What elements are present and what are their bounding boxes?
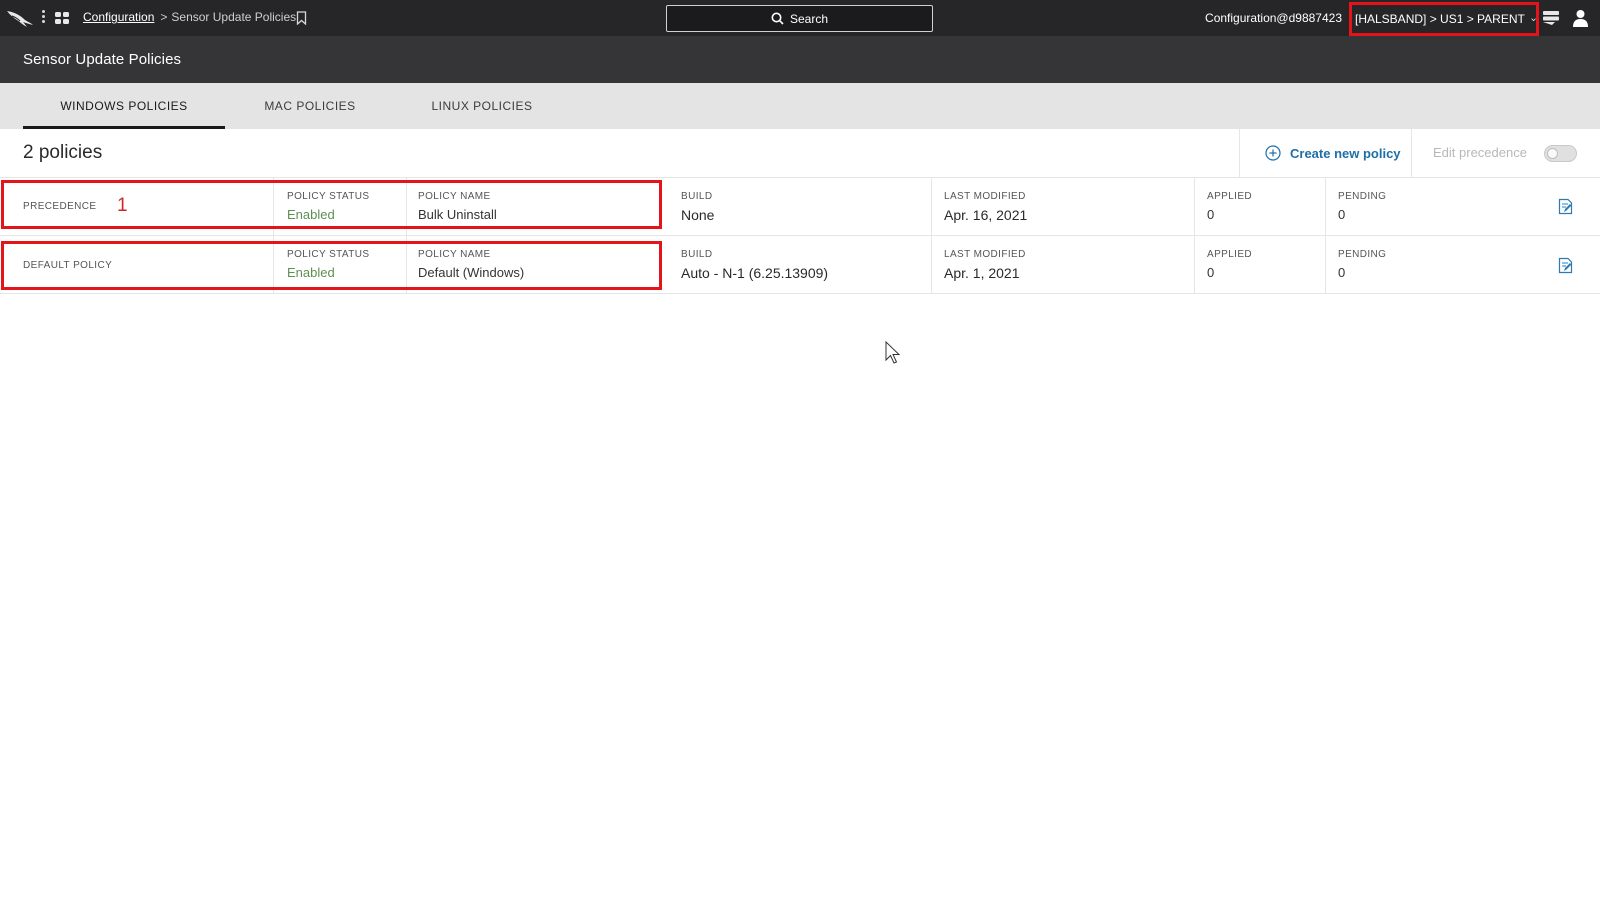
status-header: POLICY STATUS bbox=[287, 191, 370, 202]
modified-header: LAST MODIFIED bbox=[944, 191, 1026, 202]
precedence-value: 1 bbox=[117, 195, 128, 216]
applied-cell: APPLIED 0 bbox=[1194, 178, 1325, 235]
plus-circle-icon bbox=[1265, 145, 1281, 161]
build-cell: BUILD None bbox=[681, 178, 931, 235]
apps-icon[interactable] bbox=[54, 10, 70, 26]
tenant-path: [HALSBAND] > US1 > PARENT bbox=[1355, 12, 1525, 26]
status-value: Enabled bbox=[287, 265, 335, 280]
policy-toolbar: 2 policies Create new policy Edit preced… bbox=[0, 129, 1600, 178]
create-new-policy-button[interactable]: Create new policy bbox=[1239, 129, 1412, 177]
page-header: Sensor Update Policies bbox=[0, 36, 1600, 83]
applied-value: 0 bbox=[1207, 265, 1215, 280]
bookmark-icon[interactable] bbox=[296, 11, 307, 25]
build-value: Auto - N-1 (6.25.13909) bbox=[681, 265, 829, 281]
status-header: POLICY STATUS bbox=[287, 249, 370, 260]
status-value: Enabled bbox=[287, 207, 335, 222]
applied-header: APPLIED bbox=[1207, 191, 1253, 202]
build-header: BUILD bbox=[681, 191, 713, 202]
falcon-logo-icon[interactable] bbox=[6, 8, 34, 28]
edit-policy-icon[interactable] bbox=[1558, 257, 1573, 274]
search-icon bbox=[771, 12, 784, 25]
tab-windows-policies[interactable]: WINDOWS POLICIES bbox=[23, 83, 225, 129]
tab-mac-policies[interactable]: MAC POLICIES bbox=[255, 83, 365, 129]
cursor-icon bbox=[885, 341, 901, 364]
edit-policy-icon[interactable] bbox=[1558, 198, 1573, 215]
search-button[interactable]: Search bbox=[666, 5, 933, 32]
tab-linux-policies[interactable]: LINUX POLICIES bbox=[426, 83, 538, 129]
precedence-label: DEFAULT POLICY bbox=[23, 260, 113, 271]
policy-count: 2 policies bbox=[23, 142, 103, 163]
pending-header: PENDING bbox=[1338, 249, 1387, 260]
modified-value: Apr. 16, 2021 bbox=[944, 207, 1028, 223]
table-row[interactable]: PRECEDENCE 1 POLICY STATUS Enabled POLIC… bbox=[0, 178, 1600, 236]
name-cell: POLICY NAME Bulk Uninstall bbox=[406, 178, 662, 235]
pending-cell: PENDING 0 bbox=[1325, 236, 1525, 293]
page-title: Sensor Update Policies bbox=[23, 51, 182, 68]
breadcrumb: Configuration > Sensor Update Policies bbox=[83, 10, 296, 24]
build-header: BUILD bbox=[681, 249, 713, 260]
name-cell: POLICY NAME Default (Windows) bbox=[406, 236, 662, 293]
search-label: Search bbox=[789, 11, 829, 26]
build-value: None bbox=[681, 207, 715, 223]
pending-cell: PENDING 0 bbox=[1325, 178, 1525, 235]
edit-precedence-toggle[interactable] bbox=[1544, 145, 1577, 162]
pending-value: 0 bbox=[1338, 265, 1346, 280]
create-new-policy-label: Create new policy bbox=[1290, 145, 1401, 161]
user-icon[interactable] bbox=[1572, 9, 1589, 27]
modified-cell: LAST MODIFIED Apr. 16, 2021 bbox=[931, 178, 1194, 235]
applied-cell: APPLIED 0 bbox=[1194, 236, 1325, 293]
top-bar: Configuration > Sensor Update Policies Sea… bbox=[0, 0, 1600, 36]
precedence-label: PRECEDENCE bbox=[23, 201, 97, 212]
chevron-down-icon bbox=[1531, 17, 1536, 21]
status-cell: POLICY STATUS Enabled bbox=[273, 178, 406, 235]
status-cell: POLICY STATUS Enabled bbox=[273, 236, 406, 293]
modified-cell: LAST MODIFIED Apr. 1, 2021 bbox=[931, 236, 1194, 293]
table-row[interactable]: DEFAULT POLICY POLICY STATUS Enabled POL… bbox=[0, 236, 1600, 294]
name-header: POLICY NAME bbox=[418, 249, 491, 260]
applied-value: 0 bbox=[1207, 207, 1215, 222]
modified-header: LAST MODIFIED bbox=[944, 249, 1026, 260]
notification-icon[interactable] bbox=[1542, 10, 1560, 26]
name-value[interactable]: Default (Windows) bbox=[418, 265, 524, 280]
tenant-selector[interactable]: [HALSBAND] > US1 > PARENT bbox=[1349, 2, 1539, 36]
modified-value: Apr. 1, 2021 bbox=[944, 265, 1020, 281]
breadcrumb-configuration-link[interactable]: Configuration bbox=[83, 10, 154, 24]
name-header: POLICY NAME bbox=[418, 191, 491, 202]
policy-tabs: WINDOWS POLICIES MAC POLICIES LINUX POLI… bbox=[0, 83, 1600, 129]
build-cell: BUILD Auto - N-1 (6.25.13909) bbox=[681, 236, 931, 293]
name-value[interactable]: Bulk Uninstall bbox=[418, 207, 497, 222]
breadcrumb-current: Sensor Update Policies bbox=[171, 10, 297, 24]
pending-value: 0 bbox=[1338, 207, 1346, 222]
kebab-icon[interactable] bbox=[40, 10, 46, 26]
breadcrumb-separator: > bbox=[160, 10, 168, 24]
applied-header: APPLIED bbox=[1207, 249, 1253, 260]
user-email: Configuration@d9887423 bbox=[1205, 11, 1342, 25]
edit-precedence-label: Edit precedence bbox=[1433, 145, 1527, 160]
pending-header: PENDING bbox=[1338, 191, 1387, 202]
